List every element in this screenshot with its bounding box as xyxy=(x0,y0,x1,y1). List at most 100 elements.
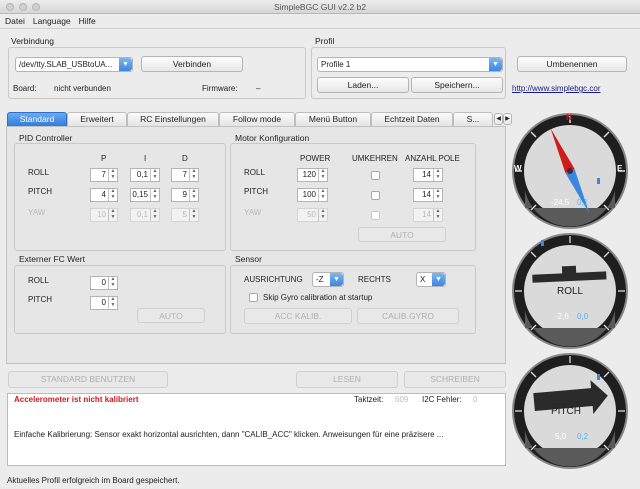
stepper-arrows-icon[interactable]: ▲ ▼ xyxy=(108,296,117,309)
motor-yaw-power-input: 50 ▲ ▼ xyxy=(297,208,328,222)
cycle-time-value: 609 xyxy=(395,395,409,404)
motor-pitch-reverse-checkbox[interactable] xyxy=(371,191,380,200)
stepper-arrows-icon[interactable]: ▲ ▼ xyxy=(189,168,198,181)
pid-pitch-d-input[interactable]: 9 ▲ ▼ xyxy=(171,188,199,202)
window-title: SimpleBGC GUI v2.2 b2 xyxy=(0,0,640,14)
compass-value: -24,5 xyxy=(551,198,570,207)
pid-title: PID Controller xyxy=(19,133,73,143)
close-window-icon[interactable] xyxy=(6,3,14,11)
tab-more[interactable]: S... xyxy=(453,112,493,126)
stepper-arrows-icon: ▲ ▼ xyxy=(108,208,117,221)
pitch-gauge: PITCH 5,0 0,2 xyxy=(511,352,629,470)
motor-header-poles: ANZAHL POLE xyxy=(405,154,460,163)
tab-erweitert[interactable]: Erweitert xyxy=(67,112,127,126)
warning-text: Accelerometer ist nicht kalibriert xyxy=(14,395,139,404)
motor-auto-button: AUTO xyxy=(358,227,446,242)
save-profile-button[interactable]: Speichern... xyxy=(411,77,503,93)
sensor-title: Sensor xyxy=(235,254,262,264)
tab-menu-button[interactable]: Menü Button xyxy=(295,112,371,126)
skip-gyro-checkbox[interactable] xyxy=(249,293,258,302)
motor-roll-poles-input[interactable]: 14 ▲ ▼ xyxy=(413,168,443,182)
pid-yaw-p-input: 10 ▲ ▼ xyxy=(90,208,118,222)
pid-roll-d-input[interactable]: 7 ▲ ▼ xyxy=(171,168,199,182)
motor-roll-power-input[interactable]: 120 ▲ ▼ xyxy=(297,168,328,182)
profile-select[interactable]: Profile 1 ▼ xyxy=(317,57,503,72)
acc-calib-button: ACC KALIB. xyxy=(244,308,352,324)
motor-header-reverse: UMKEHREN xyxy=(352,154,398,163)
tab-follow-mode[interactable]: Follow mode xyxy=(219,112,295,126)
motor-roll-reverse-checkbox[interactable] xyxy=(371,171,380,180)
external-fc-roll-label: ROLL xyxy=(28,276,49,285)
external-fc-auto-button: AUTO xyxy=(137,308,205,323)
pid-pitch-p-input[interactable]: 4 ▲ ▼ xyxy=(90,188,118,202)
stepper-arrows-icon[interactable]: ▲ ▼ xyxy=(433,188,442,201)
pid-roll-p-input[interactable]: 7 ▲ ▼ xyxy=(90,168,118,182)
website-link[interactable]: http://www.simplebgc.cor xyxy=(512,84,600,93)
connection-group xyxy=(8,47,306,99)
profile-group-title: Profil xyxy=(315,36,335,46)
stepper-arrows-icon[interactable]: ▲ ▼ xyxy=(150,168,159,181)
pid-roll-label: ROLL xyxy=(28,168,49,177)
use-defaults-button: STANDARD BENUTZEN xyxy=(8,371,168,388)
zoom-window-icon[interactable] xyxy=(32,3,40,11)
roll-gauge: ROLL -2,6 0,0 xyxy=(511,232,629,350)
stepper-arrows-icon: ▲ ▼ xyxy=(150,208,159,221)
chevron-right-icon: ▶ xyxy=(505,116,510,122)
port-value: /dev/tty.SLAB_USBtoUA... xyxy=(19,60,113,69)
external-fc-roll-input[interactable]: 0 ▲ ▼ xyxy=(90,276,118,290)
tab-echtzeit-daten[interactable]: Echtzeit Daten xyxy=(371,112,453,126)
external-fc-pitch-input[interactable]: 0 ▲ ▼ xyxy=(90,296,118,310)
chevron-down-icon: ▼ xyxy=(119,58,132,71)
pid-yaw-d-input: 5 ▲ ▼ xyxy=(171,208,199,222)
menu-hilfe[interactable]: Hilfe xyxy=(74,14,99,26)
stepper-arrows-icon[interactable]: ▲ ▼ xyxy=(108,276,117,289)
stepper-arrows-icon[interactable]: ▲ ▼ xyxy=(433,168,442,181)
pid-yaw-i-input: 0,1 ▲ ▼ xyxy=(130,208,160,222)
stepper-arrows-icon[interactable]: ▲ ▼ xyxy=(318,168,327,181)
read-button: LESEN xyxy=(296,371,398,388)
roll-gauge-label: ROLL xyxy=(557,286,584,297)
rename-profile-button[interactable]: Umbenennen xyxy=(517,56,627,72)
tab-standard[interactable]: Standard xyxy=(7,112,67,126)
stepper-arrows-icon[interactable]: ▲ ▼ xyxy=(108,168,117,181)
external-fc-title: Externer FC Wert xyxy=(19,254,85,264)
stepper-arrows-icon: ▲ ▼ xyxy=(318,208,327,221)
motor-pitch-power-input[interactable]: 100 ▲ ▼ xyxy=(297,188,328,202)
minimize-window-icon[interactable] xyxy=(19,3,27,11)
motor-pitch-poles-input[interactable]: 14 ▲ ▼ xyxy=(413,188,443,202)
roll-value: -2,6 xyxy=(555,312,569,321)
stepper-arrows-icon[interactable]: ▲ ▼ xyxy=(108,188,117,201)
gyro-calib-button: CALIB.GYRO xyxy=(357,308,459,324)
stepper-arrows-icon[interactable]: ▲ ▼ xyxy=(189,188,198,201)
right-select[interactable]: X ▼ xyxy=(416,272,446,287)
motor-roll-label: ROLL xyxy=(244,168,265,177)
orientation-label: AUSRICHTUNG xyxy=(244,275,303,284)
i2c-errors-value: 0 xyxy=(473,395,478,404)
pitch-rate: 0,2 xyxy=(577,432,589,441)
north-label: N xyxy=(566,113,572,122)
motor-yaw-label: YAW xyxy=(244,208,262,217)
menu-bar: Datei Language Hilfe xyxy=(0,14,640,29)
menu-language[interactable]: Language xyxy=(28,14,74,26)
chevron-down-icon: ▼ xyxy=(330,273,343,286)
pid-roll-i-input[interactable]: 0,1 ▲ ▼ xyxy=(130,168,160,182)
menu-datei[interactable]: Datei xyxy=(0,14,28,26)
compass-rate: 0,1 xyxy=(577,198,589,207)
stepper-arrows-icon: ▲ ▼ xyxy=(189,208,198,221)
motor-header-power: POWER xyxy=(300,154,331,163)
west-label: W xyxy=(514,164,522,173)
orientation-select[interactable]: -Z ▼ xyxy=(312,272,344,287)
load-profile-button[interactable]: Laden... xyxy=(317,77,409,93)
profile-value: Profile 1 xyxy=(321,60,351,69)
port-select[interactable]: /dev/tty.SLAB_USBtoUA... ▼ xyxy=(15,57,133,72)
pitch-gauge-label: PITCH xyxy=(551,406,581,417)
pid-pitch-i-input[interactable]: 0,15 ▲ ▼ xyxy=(130,188,160,202)
tab-rc-einstellungen[interactable]: RC Einstellungen xyxy=(127,112,219,126)
firmware-label: Firmware: xyxy=(202,84,238,93)
stepper-arrows-icon[interactable]: ▲ ▼ xyxy=(150,188,159,201)
tab-scroll-left-button[interactable]: ◀ xyxy=(494,113,503,125)
connect-button[interactable]: Verbinden xyxy=(141,56,243,72)
chevron-down-icon: ▼ xyxy=(489,58,502,71)
stepper-arrows-icon: ▲ ▼ xyxy=(433,208,442,221)
stepper-arrows-icon[interactable]: ▲ ▼ xyxy=(318,188,327,201)
